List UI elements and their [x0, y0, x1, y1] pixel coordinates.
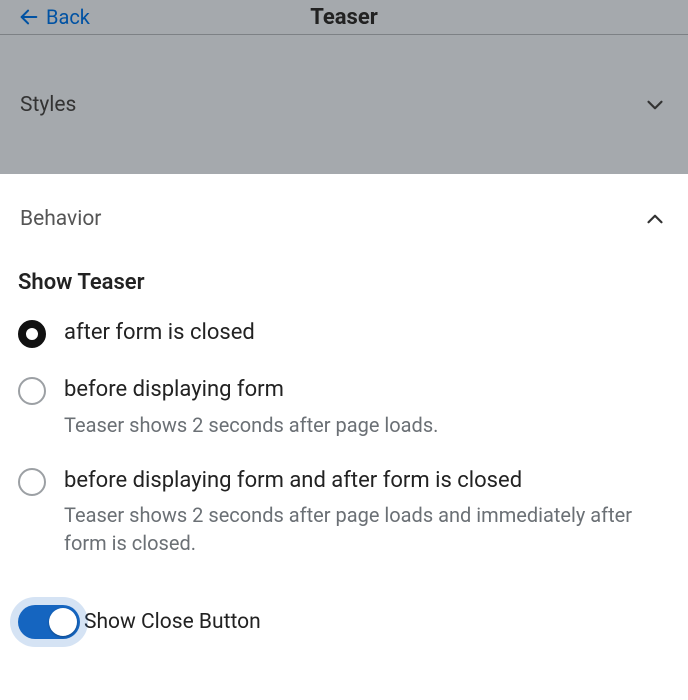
arrow-left-icon: [18, 6, 40, 28]
back-label: Back: [46, 5, 90, 29]
radio-description: Teaser shows 2 seconds after page loads.: [64, 411, 438, 439]
header-bar: Back Teaser: [0, 0, 688, 34]
behavior-section: Behavior Show Teaser after form is close…: [0, 174, 688, 639]
show-teaser-title: Show Teaser: [18, 270, 670, 295]
page-title: Teaser: [0, 5, 688, 30]
styles-section-label: Styles: [20, 93, 76, 117]
radio-option-before-and-after[interactable]: before displaying form and after form is…: [18, 467, 670, 558]
chevron-down-icon: [642, 92, 668, 118]
radio-label: before displaying form: [64, 376, 438, 405]
chevron-up-icon: [642, 206, 668, 232]
radio-indicator: [18, 320, 46, 348]
styles-section[interactable]: Styles: [0, 34, 688, 174]
behavior-section-label: Behavior: [20, 207, 101, 231]
radio-indicator: [18, 468, 46, 496]
toggle-knob: [49, 608, 77, 636]
show-close-button-row: Show Close Button: [18, 605, 670, 639]
behavior-section-header[interactable]: Behavior: [0, 206, 688, 242]
radio-indicator: [18, 377, 46, 405]
radio-label: after form is closed: [64, 319, 255, 348]
show-close-button-label: Show Close Button: [84, 610, 261, 634]
radio-option-before-displaying[interactable]: before displaying form Teaser shows 2 se…: [18, 376, 670, 439]
radio-option-after-closed[interactable]: after form is closed: [18, 319, 670, 348]
radio-label: before displaying form and after form is…: [64, 467, 670, 496]
show-close-button-toggle[interactable]: [18, 605, 80, 639]
radio-description: Teaser shows 2 seconds after page loads …: [64, 501, 670, 557]
back-button[interactable]: Back: [18, 5, 90, 29]
